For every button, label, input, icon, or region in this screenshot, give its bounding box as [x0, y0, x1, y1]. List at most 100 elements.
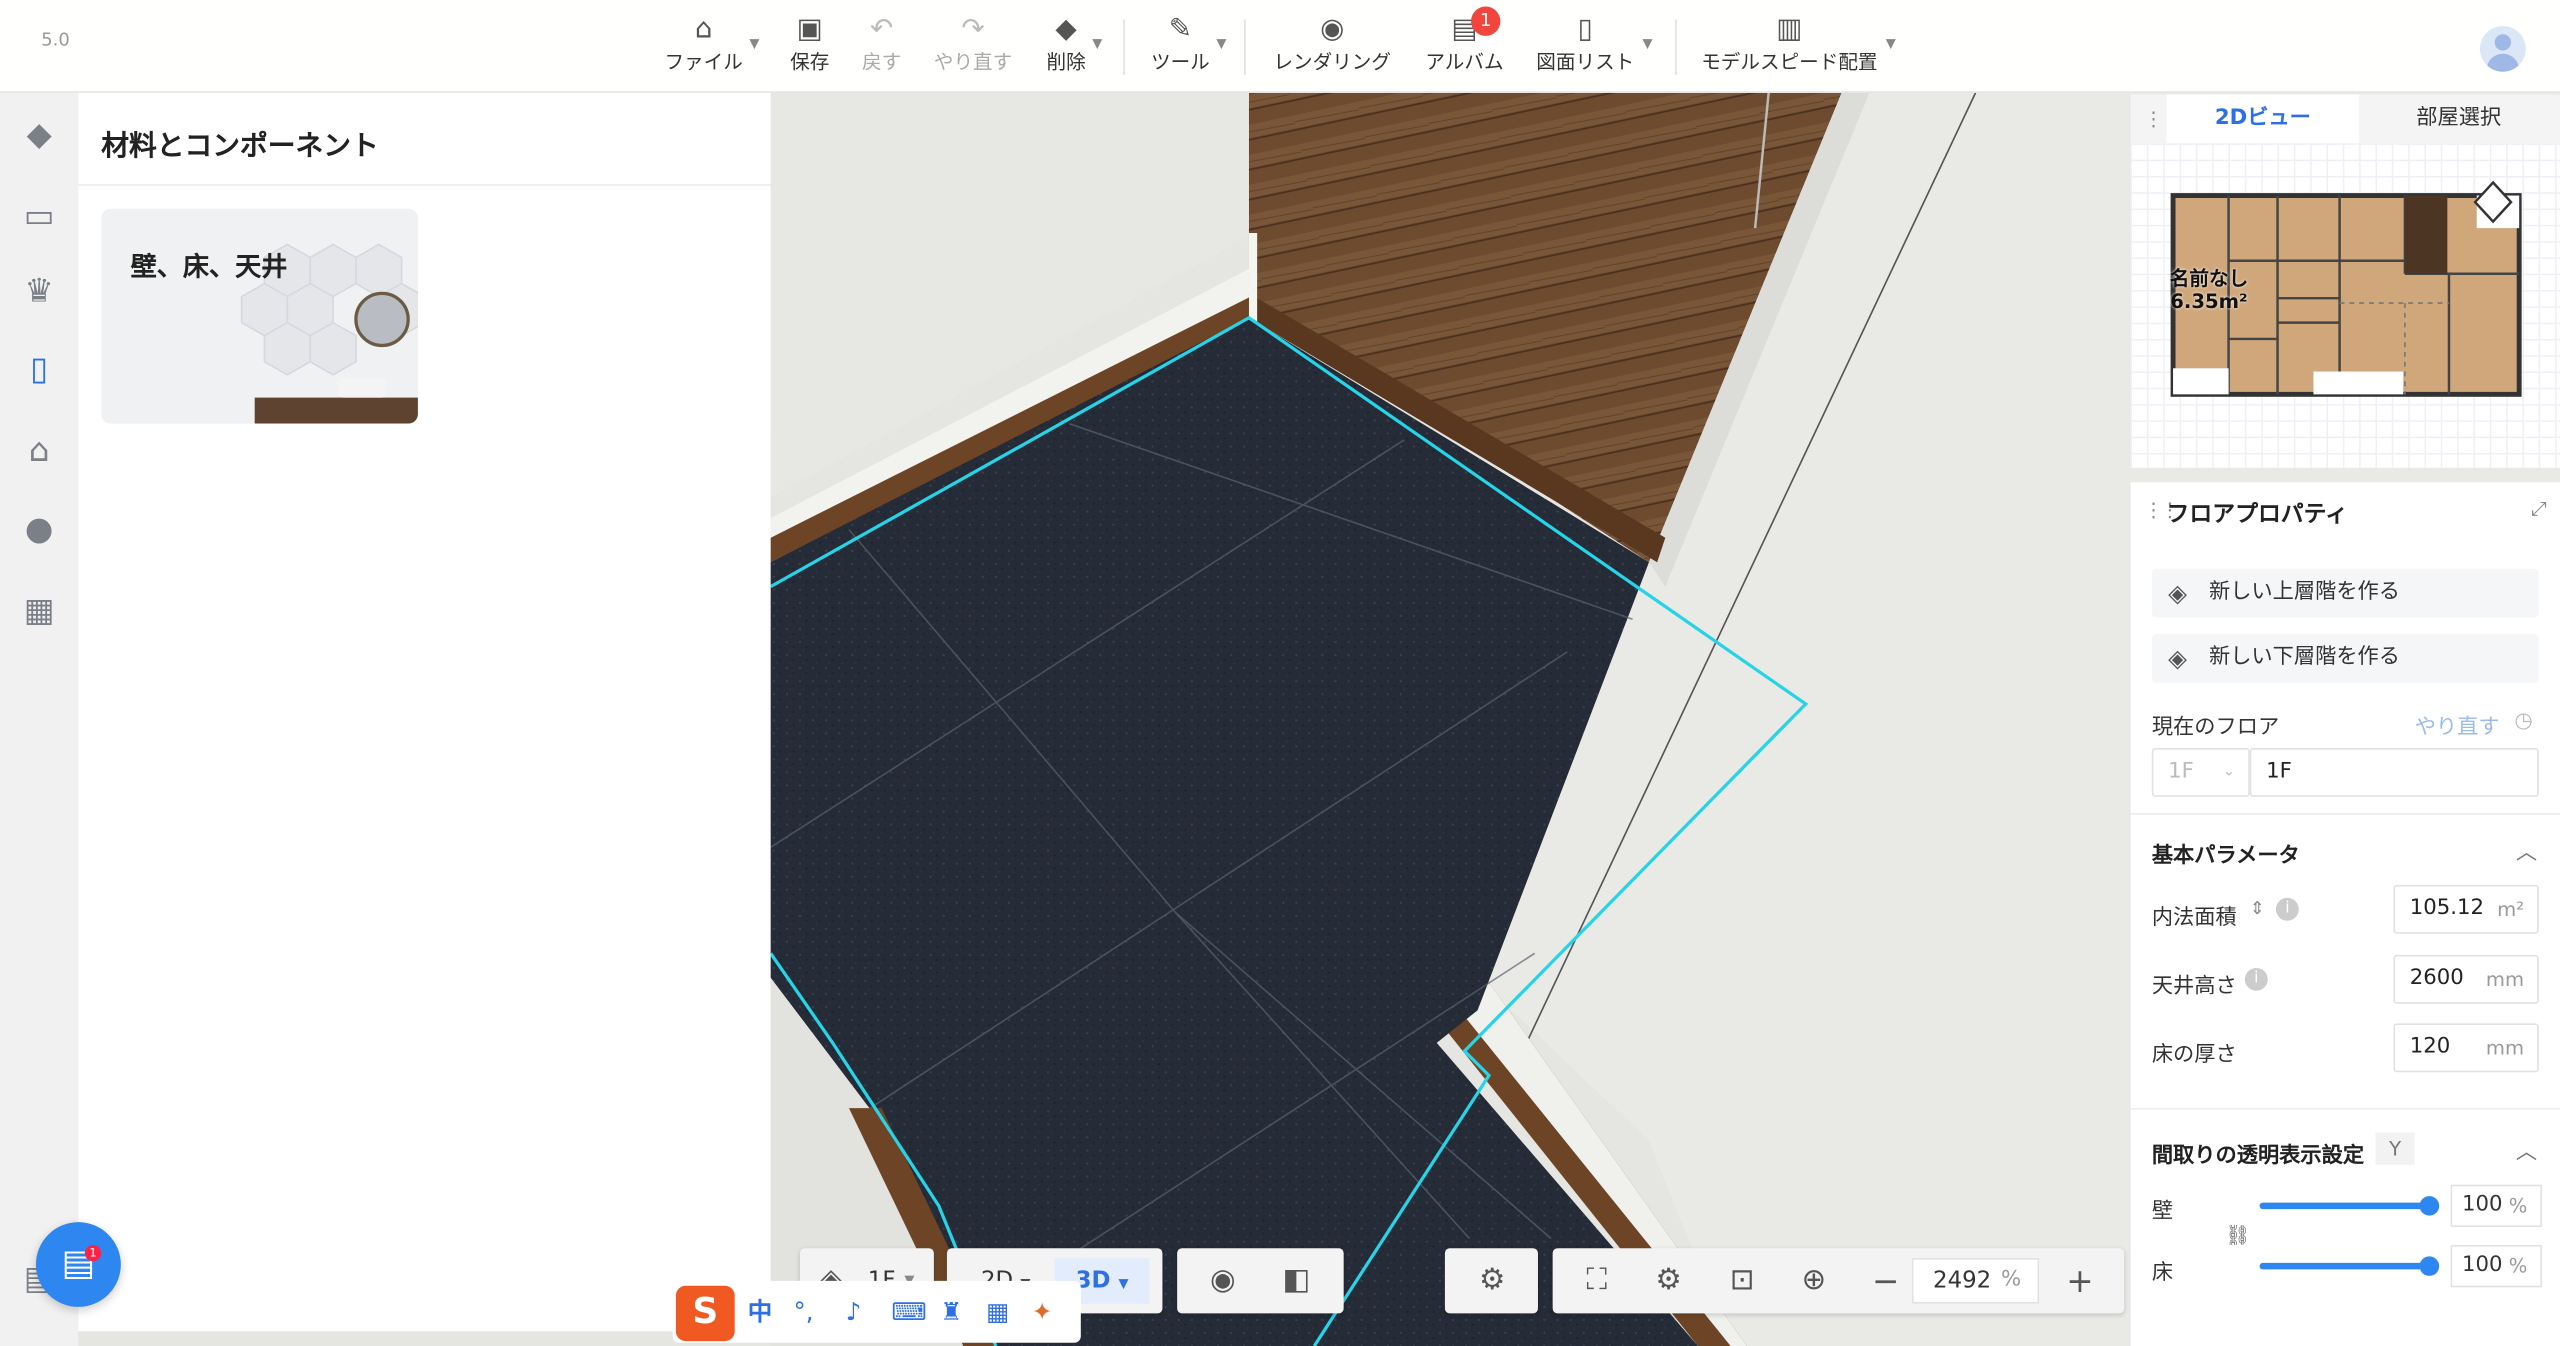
plan-list-button[interactable]: ▯ 図面リスト — [1531, 10, 1639, 85]
info-icon[interactable]: i — [2244, 967, 2268, 991]
materials-panel: 材料とコンポーネント 壁、床、天井 — [78, 92, 771, 1332]
fit-view-icon[interactable]: ⛶ — [1576, 1261, 1618, 1300]
room-label: 名前なし 6.35m² — [2170, 267, 2248, 313]
zoom-in-icon[interactable]: + — [2059, 1261, 2101, 1300]
materials-icon[interactable]: ▯ — [15, 344, 64, 393]
floor-plan-2d[interactable]: 名前なし 6.35m² — [2130, 143, 2560, 468]
minimap-panel: ⋮⋮ 2Dビュー 部屋選択 名前なし 6.35m² — [2128, 94, 2560, 468]
current-floor-label: 現在のフロア — [2151, 715, 2280, 740]
wall-floor-ceiling-card[interactable]: 壁、床、天井 — [101, 208, 418, 424]
settings-toggle-group: ⚙ — [1444, 1248, 1538, 1314]
wall-slider-handle[interactable] — [2419, 1196, 2440, 1216]
ceiling-height-input[interactable]: 2600 mm — [2393, 954, 2539, 1004]
version-label: 5.0 — [41, 29, 70, 51]
redo-button[interactable]: ↷ やり直す — [927, 10, 1018, 85]
divider — [78, 184, 771, 186]
chat-badge: 1 — [84, 1244, 102, 1262]
eye-icon[interactable]: ◉ — [1202, 1261, 1244, 1300]
ime-lang-toggle[interactable]: 中 — [748, 1297, 773, 1326]
panel-title: 材料とコンポーネント — [101, 130, 379, 163]
floor-select[interactable]: 1F ⌄ — [2151, 747, 2250, 797]
keyboard-icon[interactable]: ⌨ — [891, 1297, 926, 1326]
wall-opacity-input[interactable]: 100% — [2450, 1184, 2543, 1228]
bathroom-thumbnail — [240, 243, 418, 424]
cube-icon[interactable]: ◧ — [1275, 1261, 1317, 1300]
furniture-icon[interactable]: ▭ — [15, 191, 64, 240]
floor-thickness-input[interactable]: 120 mm — [2393, 1023, 2539, 1073]
render-button[interactable]: ◉ レンダリング — [1270, 10, 1394, 85]
room-name: 名前なし — [2169, 267, 2249, 291]
landscape-icon[interactable]: ⌂ — [15, 425, 64, 474]
build-icon[interactable]: ◆ — [15, 109, 64, 158]
focus-icon[interactable]: ⊡ — [1721, 1261, 1763, 1300]
create-upper-floor-button[interactable]: ◈ 新しい上層階を作る — [2151, 568, 2539, 618]
delete-caret-icon[interactable]: ▼ — [1092, 36, 1102, 51]
tools-menu-button[interactable]: ✎ ツール — [1144, 10, 1216, 85]
model-speed-caret-icon[interactable]: ▼ — [1886, 36, 1896, 51]
left-tool-rail: ◆ ▭ ♛ ▯ ⌂ ● ▦ ▤ — [0, 92, 79, 1346]
shortcut-key-badge: Y — [2375, 1132, 2415, 1166]
chevron-up-icon[interactable]: ︿ — [2516, 1134, 2537, 1165]
floor-name-input[interactable]: 1F — [2249, 747, 2539, 797]
floor-thickness-label: 床の厚さ — [2151, 1042, 2237, 1068]
sort-icon[interactable]: ⇕ — [2250, 898, 2265, 919]
layers-add-icon: ◈ — [2168, 578, 2188, 608]
model-speed-placement-button[interactable]: ▥ モデルスピード配置 — [1698, 10, 1881, 85]
expand-icon[interactable]: ⤢ — [2531, 497, 2547, 521]
redo-icon: ↷ — [961, 13, 985, 46]
cabinet-icon[interactable]: ▦ — [15, 585, 64, 634]
zoom-level-input[interactable]: 2492% — [1911, 1258, 2040, 1304]
ime-toolbar: S 中 °, ♪ ⌨ ♜ ▦ ✦ — [672, 1280, 1081, 1343]
wrench-icon: ✎ — [1168, 13, 1193, 46]
app-window: 5.0 ⌂ ファイル ▼ ▣ 保存 ↶ 戻す ↷ やり直す ◆ 削除 ▼ ✎ ツール ▼ ◉… — [0, 0, 2560, 1346]
wall-opacity-slider[interactable] — [2259, 1202, 2430, 1210]
floor-properties-panel: ⋮⋮ フロアプロパティ ⤢ ◈ 新しい上層階を作る ◈ 新しい下層階を作る 現在のフ… — [2128, 482, 2560, 1346]
tools-caret-icon[interactable]: ▼ — [1216, 36, 1226, 51]
zoom-area-icon[interactable]: ⊕ — [1793, 1261, 1835, 1300]
support-chat-button[interactable]: ▤ 1 — [35, 1222, 121, 1307]
floor-opacity-slider[interactable] — [2259, 1262, 2430, 1270]
apps-icon[interactable]: ▦ — [986, 1297, 1009, 1326]
user-icon[interactable]: ● — [15, 504, 64, 553]
chevron-up-icon[interactable]: ︿ — [2516, 834, 2537, 865]
create-lower-floor-button[interactable]: ◈ 新しい下層階を作る — [2151, 633, 2539, 683]
tab-2d-view[interactable]: 2Dビュー — [2166, 94, 2360, 144]
camera-icon: ◉ — [1320, 13, 1345, 46]
delete-button[interactable]: ◆ 削除 — [1038, 10, 1094, 85]
undo-button[interactable]: ↶ 戻す — [852, 10, 911, 85]
layout-icon: ▥ — [1776, 13, 1803, 46]
punctuation-icon[interactable]: °, — [793, 1297, 813, 1326]
wall-label: 壁 — [2151, 1199, 2174, 1224]
album-button[interactable]: ▤ アルバム 1 — [1420, 6, 1508, 85]
skin-icon[interactable]: ♜ — [940, 1297, 962, 1326]
toolbar-divider — [1675, 19, 1677, 75]
minimap-tabs: ⋮⋮ 2Dビュー 部屋選択 — [2130, 94, 2560, 144]
file-caret-icon[interactable]: ▼ — [749, 36, 759, 51]
tab-room-select[interactable]: 部屋選択 — [2362, 95, 2555, 144]
plan-list-caret-icon[interactable]: ▼ — [1642, 36, 1652, 51]
ime-logo: S — [675, 1285, 735, 1342]
history-icon[interactable]: ◷ — [2514, 709, 2533, 733]
crown-icon[interactable]: ♛ — [15, 266, 64, 315]
eraser-icon: ◆ — [1055, 13, 1077, 46]
redo-link[interactable]: やり直す — [2415, 709, 2500, 739]
chevron-down-icon: ▼ — [1118, 1275, 1129, 1291]
microphone-icon[interactable]: ♪ — [846, 1297, 862, 1326]
mascot-icon[interactable]: ✦ — [1032, 1297, 1053, 1326]
transparency-heading: 間取りの透明表示設定 — [2151, 1143, 2365, 1169]
camera-settings-icon[interactable]: ⚙ — [1647, 1261, 1689, 1300]
toolbar-divider — [1123, 19, 1125, 75]
area-input[interactable]: 105.12 m² — [2393, 884, 2539, 934]
save-button[interactable]: ▣ 保存 — [780, 10, 839, 85]
toggle-settings-icon[interactable]: ⚙ — [1471, 1261, 1513, 1300]
link-icon[interactable]: ⛓ — [2225, 1224, 2250, 1247]
zoom-out-icon[interactable]: − — [1864, 1261, 1906, 1300]
layers-add-icon: ◈ — [2168, 643, 2188, 673]
area-label: 内法面積 — [2151, 906, 2237, 931]
floor-opacity-input[interactable]: 100% — [2450, 1244, 2543, 1288]
display-tools: ◉ ◧ — [1177, 1248, 1344, 1314]
floor-slider-handle[interactable] — [2419, 1256, 2440, 1276]
file-menu-button[interactable]: ⌂ ファイル — [660, 10, 748, 85]
user-avatar[interactable] — [2479, 26, 2526, 72]
info-icon[interactable]: i — [2275, 897, 2299, 921]
